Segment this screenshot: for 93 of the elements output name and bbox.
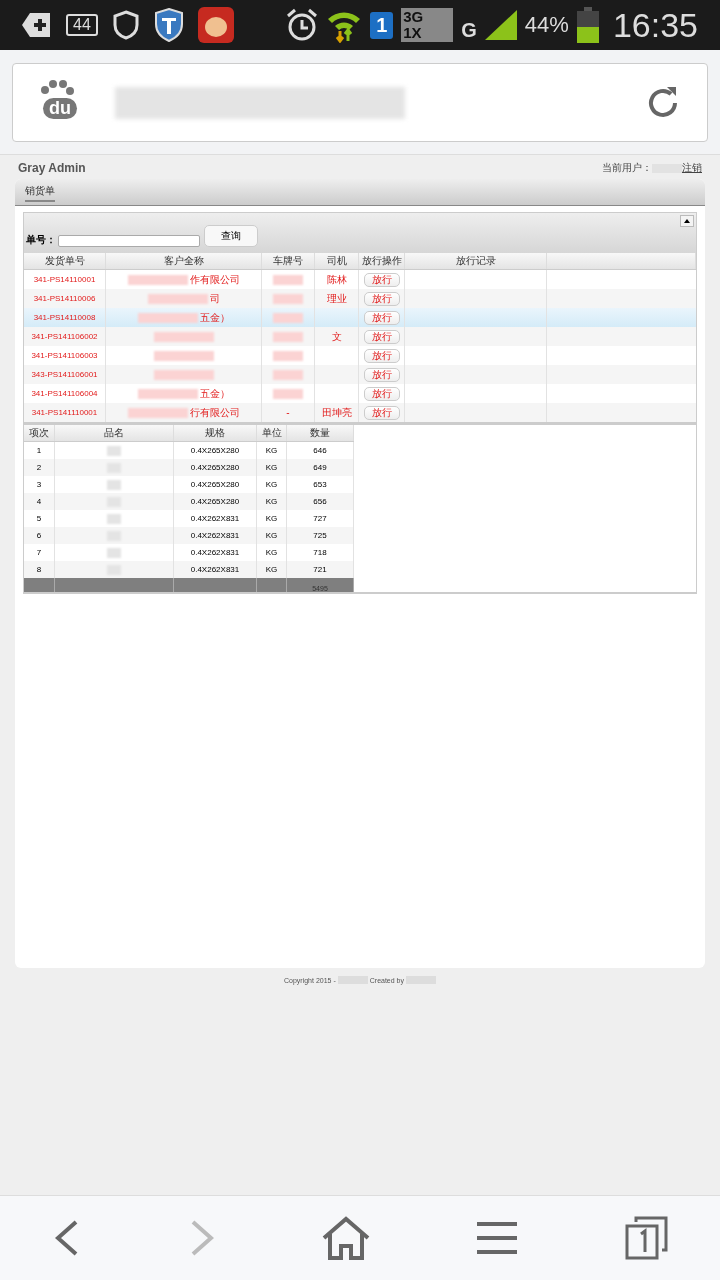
order-row[interactable]: 341-PS141106002 文 放行: [24, 327, 696, 346]
shield-icon: [153, 8, 184, 42]
column-header: 车牌号: [262, 253, 315, 269]
driver-name: 理业: [326, 291, 347, 306]
table-cell: 0.4X265X280: [174, 459, 257, 476]
network-indicator: 3G 1X: [401, 8, 454, 42]
blurred-text: [273, 293, 303, 304]
column-header: 规格: [174, 425, 257, 441]
order-number: 341-PS141110001: [24, 403, 106, 422]
customer-name: 行有限公司: [189, 405, 240, 420]
blurred-text: [127, 274, 188, 285]
release-button[interactable]: 放行: [363, 329, 400, 344]
table-cell: KG: [257, 459, 287, 476]
address-bar[interactable]: du: [12, 63, 708, 142]
order-number-label: 单号：: [26, 233, 56, 247]
notification-count: 44: [66, 14, 98, 36]
column-header: 客户全称: [106, 253, 262, 269]
sim-card-icon: 1: [370, 11, 394, 39]
order-row[interactable]: 341-PS141110001 行有限公司 - 田坤亮 放行: [24, 403, 696, 422]
table-cell: 6: [24, 527, 55, 544]
table-cell: 649: [287, 459, 354, 476]
battery-percent: 44%: [524, 12, 569, 38]
query-button[interactable]: 查询: [204, 225, 258, 247]
table-cell: 2: [24, 459, 55, 476]
menu-icon[interactable]: [475, 1221, 520, 1255]
tabs-icon[interactable]: [623, 1216, 668, 1260]
driver-name: 文: [331, 329, 342, 344]
blurred-text: [107, 513, 121, 524]
order-row[interactable]: 343-PS141106001 放行: [24, 365, 696, 384]
network-type: G: [461, 18, 477, 42]
table-cell: 0.4X265X280: [174, 493, 257, 510]
add-notification-icon: [22, 11, 52, 39]
column-header: 项次: [24, 425, 55, 441]
order-row[interactable]: 341-PS14110008 五金） 放行: [24, 308, 696, 327]
column-header: 放行操作: [359, 253, 405, 269]
release-button[interactable]: 放行: [363, 405, 400, 420]
alarm-clock-icon: [286, 8, 319, 42]
blurred-text: [107, 445, 121, 456]
column-header: 品名: [55, 425, 174, 441]
logout-link[interactable]: 注销: [682, 161, 702, 175]
current-user-label: 当前用户：: [602, 161, 652, 175]
table-cell: 0.4X262X831: [174, 527, 257, 544]
release-button[interactable]: 放行: [363, 291, 400, 306]
tab[interactable]: 销货单: [25, 182, 55, 202]
table-cell: KG: [257, 527, 287, 544]
table-cell: 4: [24, 493, 55, 510]
blurred-text: [273, 331, 303, 342]
column-header: 发货单号: [24, 253, 106, 269]
blurred-text: [147, 293, 208, 304]
app-title: Gray Admin: [18, 161, 86, 175]
search-engine-logo: du: [37, 79, 81, 126]
customer-name: 作有限公司: [189, 272, 240, 287]
blurred-text: [273, 350, 303, 361]
blurred-text: [153, 331, 214, 342]
column-header: 放行记录: [405, 253, 547, 269]
order-number-field[interactable]: [58, 235, 200, 247]
column-header: 单位: [257, 425, 287, 441]
blurred-text: [127, 407, 188, 418]
driver-name: 陈林: [326, 272, 347, 287]
customer-name: 五金）: [199, 386, 230, 401]
blurred-text: [137, 388, 198, 399]
plate-number: -: [286, 407, 290, 418]
blurred-text: [273, 274, 303, 285]
order-number: 341-PS141106002: [24, 327, 106, 346]
column-header: 数量: [287, 425, 354, 441]
signal-icon: [484, 10, 517, 40]
battery-icon: [576, 7, 599, 43]
table-cell: 656: [287, 493, 354, 510]
release-button[interactable]: 放行: [363, 367, 400, 382]
release-button[interactable]: 放行: [363, 348, 400, 363]
blurred-text: [273, 388, 303, 399]
order-number: 343-PS141106001: [24, 365, 106, 384]
customer-name: 司: [209, 291, 220, 306]
release-button[interactable]: 放行: [363, 386, 400, 401]
blurred-text: [107, 547, 121, 558]
blurred-text: [137, 312, 198, 323]
caret-icon: [684, 219, 690, 223]
collapse-button[interactable]: [680, 215, 694, 227]
clock-time: 16:35: [612, 5, 698, 45]
order-row[interactable]: 341-PS14110006 司 理业 放行: [24, 289, 696, 308]
blurred-text: [107, 479, 121, 490]
driver-name: 田坤亮: [321, 405, 352, 420]
customer-name: 五金）: [199, 310, 230, 325]
release-button[interactable]: 放行: [363, 272, 400, 287]
blurred-text: [273, 369, 303, 380]
table-cell: KG: [257, 493, 287, 510]
column-header: 司机: [315, 253, 359, 269]
blurred-text: [273, 312, 303, 323]
release-button[interactable]: 放行: [363, 310, 400, 325]
blurred-text: [153, 350, 214, 361]
blurred-text: [153, 369, 214, 380]
home-icon[interactable]: [320, 1216, 371, 1260]
table-cell: 725: [287, 527, 354, 544]
